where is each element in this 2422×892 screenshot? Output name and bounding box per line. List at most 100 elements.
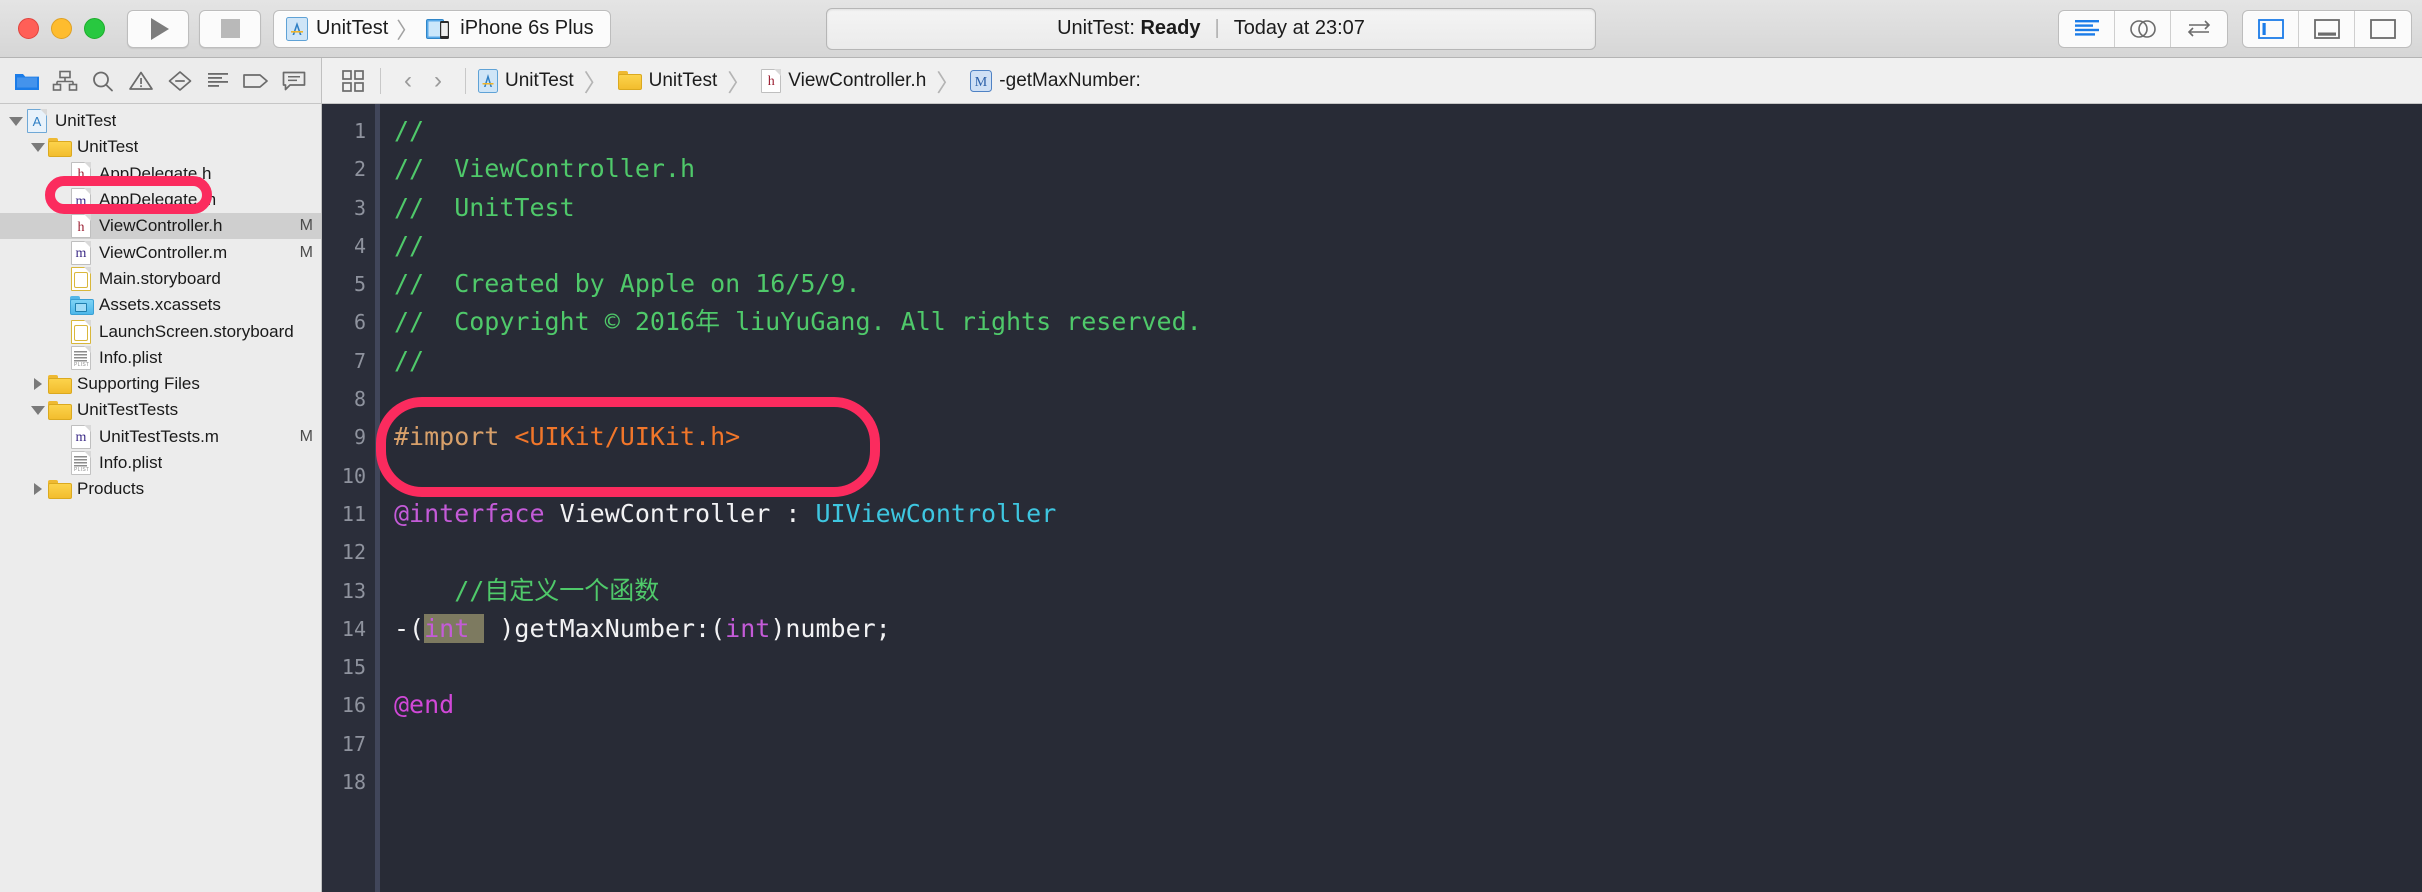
source-code-text[interactable]: // // ViewController.h // UnitTest // // Cre… [380,104,2422,892]
close-window-button[interactable] [18,18,39,39]
tree-row-assets-xcassets[interactable]: Assets.xcassets [0,292,321,318]
breadcrumb-file[interactable]: h ViewController.h [761,68,927,93]
tree-row-unittest[interactable]: UnitTest [0,134,321,160]
version-editor-icon [2187,20,2211,37]
code-line[interactable] [394,763,2422,801]
tree-row-supporting-files[interactable]: Supporting Files [0,371,321,397]
code-line[interactable]: // Created by Apple on 16/5/9. [394,265,2422,303]
code-line[interactable]: // [394,227,2422,265]
disclosure-triangle[interactable] [8,116,24,126]
go-forward-button[interactable]: › [423,66,453,96]
source-code-area[interactable]: 1 2 3 4 5 6 7 8 9 10 11 12 13 14 15 16 17 18 //// ViewCon… [322,104,2422,892]
version-editor-button[interactable] [2171,11,2227,47]
assistant-editor-icon [2129,20,2156,38]
breadcrumb-label: UnitTest [648,69,718,91]
tree-row-appdelegate-m[interactable]: m AppDelegate.m [0,187,321,213]
report-navigator-tab[interactable] [280,67,308,95]
code-token: // [394,116,425,145]
disclosure-triangle[interactable] [30,378,46,391]
code-line[interactable]: #import <UIKit/UIKit.h> [394,418,2422,456]
tree-row-viewcontroller-m[interactable]: m ViewController.m M [0,239,321,265]
line-number: 11 [341,501,366,526]
tree-row-appdelegate-h[interactable]: h AppDelegate.h [0,161,321,187]
code-line[interactable] [394,380,2422,418]
file-type-icon: PLIST [70,345,92,370]
tree-row-info-plist[interactable]: PLIST Info.plist [0,450,321,476]
code-line[interactable] [394,725,2422,763]
tree-row-label: UnitTestTests [77,400,179,420]
code-line[interactable]: -(int )getMaxNumber:(int)number; [394,610,2422,648]
disclosure-triangle[interactable] [30,405,46,415]
code-line[interactable] [394,648,2422,686]
tree-row-launchscreen-storyboard[interactable]: LaunchScreen.storyboard [0,318,321,344]
breadcrumb-symbol[interactable]: M -getMaxNumber: [970,69,1141,92]
code-line[interactable]: // UnitTest [394,189,2422,227]
code-line[interactable]: // [394,342,2422,380]
code-line[interactable] [394,533,2422,571]
code-line[interactable]: @end [394,686,2422,724]
window-toolbar: UnitTest 〉 iPhone 6s Plus UnitTest: Read… [0,0,2422,58]
line-number: 13 [341,578,366,603]
line-number: 15 [341,655,366,680]
scheme-selector[interactable]: UnitTest 〉 iPhone 6s Plus [273,9,611,48]
breadcrumb-project[interactable]: UnitTest [478,68,574,93]
debug-list-icon [207,72,228,87]
tree-row-unittest[interactable]: A UnitTest [0,108,321,134]
related-items-button[interactable] [338,66,368,96]
toggle-utilities-button[interactable] [2355,11,2411,47]
toolbar-right-group [2058,10,2412,48]
test-navigator-tab[interactable] [166,67,194,95]
tree-row-products[interactable]: Products [0,476,321,502]
minimize-window-button[interactable] [51,18,72,39]
debug-navigator-tab[interactable] [204,67,232,95]
code-line[interactable]: @interface ViewController : UIViewContro… [394,495,2422,533]
breadcrumb-group[interactable]: UnitTest [617,69,718,92]
toggle-navigator-button[interactable] [2243,11,2299,47]
code-token: @end [394,690,455,720]
assistant-editor-button[interactable] [2115,11,2171,47]
file-type-icon [48,374,72,394]
breadcrumb-label: ViewController.h [788,69,927,91]
tree-row-viewcontroller-h[interactable]: h ViewController.h M [0,213,321,240]
simulator-device-icon [426,18,452,39]
find-navigator-tab[interactable] [89,67,117,95]
file-type-icon [70,319,92,344]
project-file-tree[interactable]: A UnitTest UnitTest h AppDelegate.h m AppDeleg… [0,104,321,892]
xcode-window: UnitTest 〉 iPhone 6s Plus UnitTest: Read… [0,0,2422,892]
code-line[interactable]: // Copyright © 2016年 liuYuGang. All righ… [394,303,2422,341]
navigator-pane: A UnitTest UnitTest h AppDelegate.h m AppDeleg… [0,58,322,892]
project-navigator-tab[interactable] [13,67,41,95]
svg-text:M: M [975,75,988,90]
zoom-window-button[interactable] [84,18,105,39]
issue-navigator-tab[interactable] [127,67,155,95]
stop-icon [220,19,240,38]
source-control-navigator-tab[interactable] [51,67,79,95]
code-line[interactable]: // [394,112,2422,150]
toggle-debug-area-button[interactable] [2299,11,2355,47]
tree-row-info-plist[interactable]: PLIST Info.plist [0,345,321,371]
stop-button[interactable] [199,9,261,48]
tree-row-unittesttests[interactable]: UnitTestTests [0,397,321,423]
line-number: 4 [353,233,366,258]
go-back-button[interactable]: ‹ [393,66,423,96]
tree-row-unittesttests-m[interactable]: m UnitTestTests.m M [0,424,321,450]
modified-badge: M [299,243,313,261]
code-line[interactable]: //自定义一个函数 [394,572,2422,610]
breakpoint-navigator-tab[interactable] [242,67,270,95]
disclosure-triangle[interactable] [30,483,46,496]
status-divider: | [1214,17,1220,39]
source-control-icon [52,70,78,91]
line-number: 3 [353,195,366,220]
activity-status-bar[interactable]: UnitTest: Ready | Today at 23:07 [826,7,1596,50]
plist-file-icon: PLIST [71,345,91,370]
disclosure-triangle[interactable] [30,142,46,152]
tree-row-label: Main.storyboard [99,268,221,288]
standard-editor-button[interactable] [2059,11,2115,47]
code-line[interactable]: // ViewController.h [394,150,2422,188]
tree-row-main-storyboard[interactable]: Main.storyboard [0,266,321,292]
code-line[interactable] [394,457,2422,495]
breadcrumb-label: UnitTest [505,69,574,91]
run-button[interactable] [127,9,189,48]
plist-file-icon: PLIST [71,451,91,475]
line-number: 18 [341,770,366,795]
